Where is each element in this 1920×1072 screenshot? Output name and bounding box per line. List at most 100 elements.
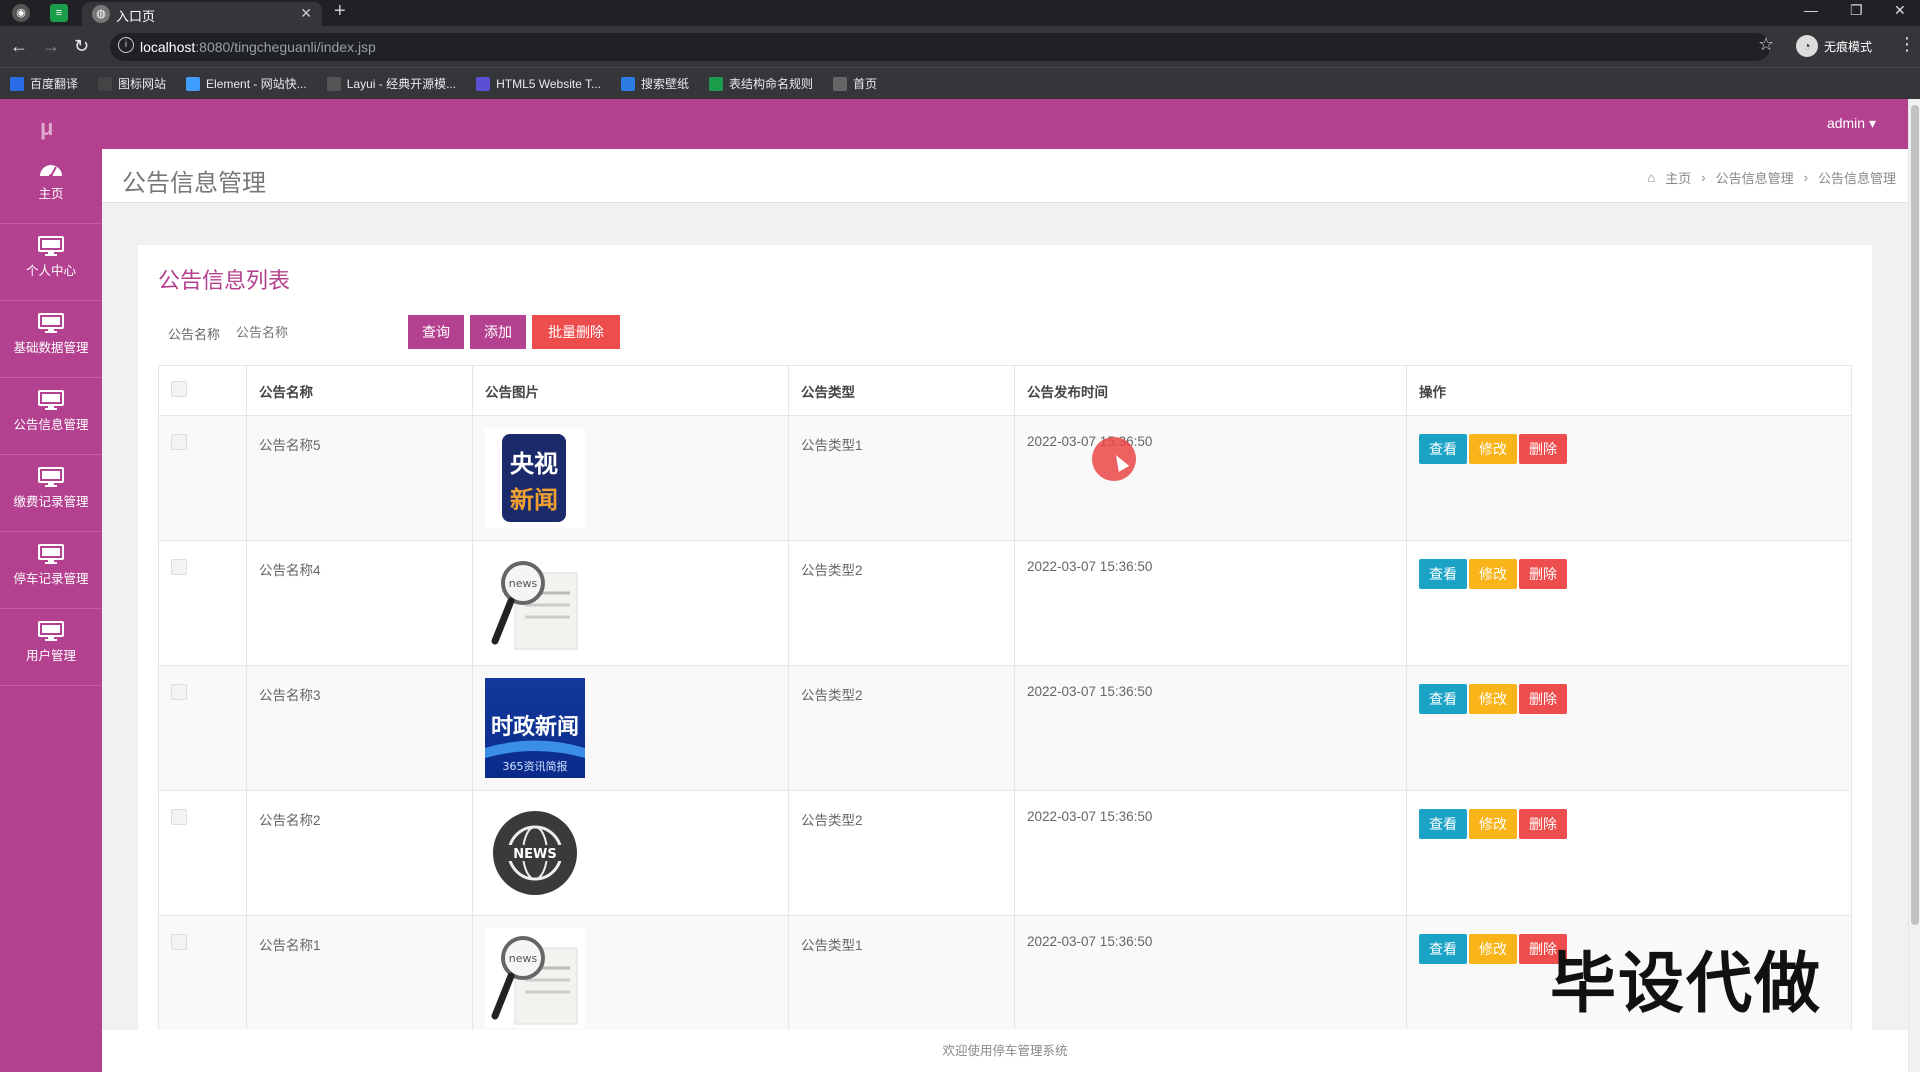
bookmark-label: Element - 网站快... xyxy=(206,77,307,91)
bookmark-star-icon[interactable]: ☆ xyxy=(1758,34,1774,55)
sidebar-item[interactable]: 公告信息管理 xyxy=(0,378,102,455)
bookmark-item[interactable]: HTML5 Website T... xyxy=(476,76,601,91)
incognito-indicator[interactable]: ◔ 无痕模式 xyxy=(1796,33,1872,59)
watermark-text: 毕设代做 xyxy=(1550,946,1822,1020)
cell-actions: 查看 修改 删除 xyxy=(1406,540,1852,666)
announcement-image[interactable]: NEWS xyxy=(485,803,585,906)
new-tab-icon[interactable]: + xyxy=(334,0,346,23)
announcement-image[interactable]: news xyxy=(485,928,585,1031)
minimize-icon[interactable]: — xyxy=(1804,2,1818,18)
row-checkbox[interactable] xyxy=(171,934,187,950)
globe-icon: ◍ xyxy=(92,5,110,23)
bookmark-label: 表结构命名规则 xyxy=(729,77,814,91)
info-icon[interactable]: i xyxy=(118,37,134,53)
add-button[interactable]: 添加 xyxy=(470,315,526,349)
cell-type: 公告类型2 xyxy=(788,540,1015,666)
browser-menu-icon[interactable]: ⋮ xyxy=(1898,34,1916,55)
bookmark-item[interactable]: 图标网站 xyxy=(98,75,166,92)
breadcrumb-home[interactable]: 主页 xyxy=(1665,168,1691,187)
bookmark-item[interactable]: 首页 xyxy=(833,75,877,92)
bookmark-item[interactable]: Element - 网站快... xyxy=(186,75,307,92)
view-button[interactable]: 查看 xyxy=(1419,809,1467,839)
view-button[interactable]: 查看 xyxy=(1419,684,1467,714)
select-all-checkbox[interactable] xyxy=(171,381,187,397)
sheet-tab-icon[interactable]: ≡ xyxy=(50,4,68,22)
column-header-name: 公告名称 xyxy=(246,365,473,416)
dashboard-icon xyxy=(0,159,102,179)
scrollbar-thumb[interactable] xyxy=(1911,105,1919,925)
scrollbar[interactable] xyxy=(1908,99,1920,1072)
incognito-icon: ◔ xyxy=(1796,35,1818,57)
monitor-icon xyxy=(0,467,102,487)
page-header: 公告信息管理 ⌂ 主页 › 公告信息管理 › 公告信息管理 xyxy=(102,149,1908,203)
browser-toolbar: ← → ↻ i localhost:8080/tingcheguanli/ind… xyxy=(0,26,1920,67)
admin-menu[interactable]: admin ▾ xyxy=(1827,115,1876,132)
close-window-icon[interactable]: ✕ xyxy=(1894,2,1906,19)
breadcrumb-section[interactable]: 公告信息管理 xyxy=(1716,168,1794,187)
back-icon[interactable]: ← xyxy=(10,36,28,57)
batch-delete-button[interactable]: 批量删除 xyxy=(532,315,620,349)
edit-button[interactable]: 修改 xyxy=(1469,434,1517,464)
cell-actions: 查看 修改 删除 xyxy=(1406,415,1852,541)
sidebar-item[interactable]: 基础数据管理 xyxy=(0,301,102,378)
monitor-icon xyxy=(0,621,102,641)
restore-icon[interactable]: ❐ xyxy=(1850,2,1863,19)
html5-icon xyxy=(476,76,491,91)
edit-button[interactable]: 修改 xyxy=(1469,809,1517,839)
delete-button[interactable]: 删除 xyxy=(1519,684,1567,714)
bookmark-label: Layui - 经典开源模... xyxy=(346,77,457,91)
delete-button[interactable]: 删除 xyxy=(1519,559,1567,589)
breadcrumb-current: 公告信息管理 xyxy=(1817,171,1896,186)
list-card: 公告信息列表 公告名称 查询 添加 批量删除 公告名称 公告图片 公告类型 公告… xyxy=(138,245,1872,1035)
row-checkbox[interactable] xyxy=(171,809,187,825)
sidebar-item[interactable]: 个人中心 xyxy=(0,224,102,301)
incognito-label: 无痕模式 xyxy=(1824,39,1873,54)
bookmark-item[interactable]: Layui - 经典开源模... xyxy=(326,75,457,92)
sidebar-item[interactable]: 用户管理 xyxy=(0,609,102,686)
sidebar-item-label: 主页 xyxy=(38,187,64,201)
announcement-image[interactable]: news xyxy=(485,553,585,656)
column-header-time: 公告发布时间 xyxy=(1014,365,1407,416)
reload-icon[interactable]: ↻ xyxy=(74,36,89,57)
view-button[interactable]: 查看 xyxy=(1419,559,1467,589)
cell-image: 央视 新闻 xyxy=(472,415,789,541)
sidebar-item[interactable]: 缴费记录管理 xyxy=(0,455,102,532)
delete-button[interactable]: 删除 xyxy=(1519,434,1567,464)
cell-actions: 查看 修改 删除 xyxy=(1406,790,1852,916)
bookmark-item[interactable]: 百度翻译 xyxy=(10,75,78,92)
edit-button[interactable]: 修改 xyxy=(1469,934,1517,964)
cell-image: news xyxy=(472,540,789,666)
query-button[interactable]: 查询 xyxy=(408,315,464,349)
delete-button[interactable]: 删除 xyxy=(1519,809,1567,839)
announcement-image[interactable]: 央视 新闻 xyxy=(485,428,585,531)
edit-button[interactable]: 修改 xyxy=(1469,559,1517,589)
search-input[interactable] xyxy=(236,317,386,347)
bookmark-item[interactable]: 表结构命名规则 xyxy=(709,75,813,92)
row-checkbox[interactable] xyxy=(171,559,187,575)
view-button[interactable]: 查看 xyxy=(1419,934,1467,964)
bookmark-label: 首页 xyxy=(853,77,878,91)
globe-icon xyxy=(833,76,848,91)
view-button[interactable]: 查看 xyxy=(1419,434,1467,464)
page-title: 公告信息管理 xyxy=(122,170,266,197)
row-checkbox[interactable] xyxy=(171,684,187,700)
cell-time: 2022-03-07 15:36:50 xyxy=(1014,790,1407,916)
column-header-actions: 操作 xyxy=(1406,365,1852,416)
bookmark-item[interactable]: 搜索壁纸 xyxy=(621,75,689,92)
cell-image: 时政新闻 365资讯简报 xyxy=(472,665,789,791)
column-header-image: 公告图片 xyxy=(472,365,789,416)
sidebar-item[interactable]: 主页 xyxy=(0,147,102,224)
chrome-icon[interactable]: ◉ xyxy=(12,4,30,22)
edit-button[interactable]: 修改 xyxy=(1469,684,1517,714)
cell-time: 2022-03-07 15:36:50 xyxy=(1014,665,1407,791)
tab-active[interactable]: ◍ 入口页 ✕ xyxy=(82,2,322,26)
bookmark-label: 图标网站 xyxy=(118,77,167,91)
forward-icon[interactable]: → xyxy=(42,36,60,57)
element-icon xyxy=(186,76,201,91)
tab-close-icon[interactable]: ✕ xyxy=(300,5,312,22)
sidebar-item[interactable]: 停车记录管理 xyxy=(0,532,102,609)
sidebar-item-label: 缴费记录管理 xyxy=(13,495,89,509)
address-bar[interactable]: i localhost:8080/tingcheguanli/index.jsp xyxy=(110,33,1770,61)
announcement-image[interactable]: 时政新闻 365资讯简报 xyxy=(485,678,585,781)
row-checkbox[interactable] xyxy=(171,434,187,450)
